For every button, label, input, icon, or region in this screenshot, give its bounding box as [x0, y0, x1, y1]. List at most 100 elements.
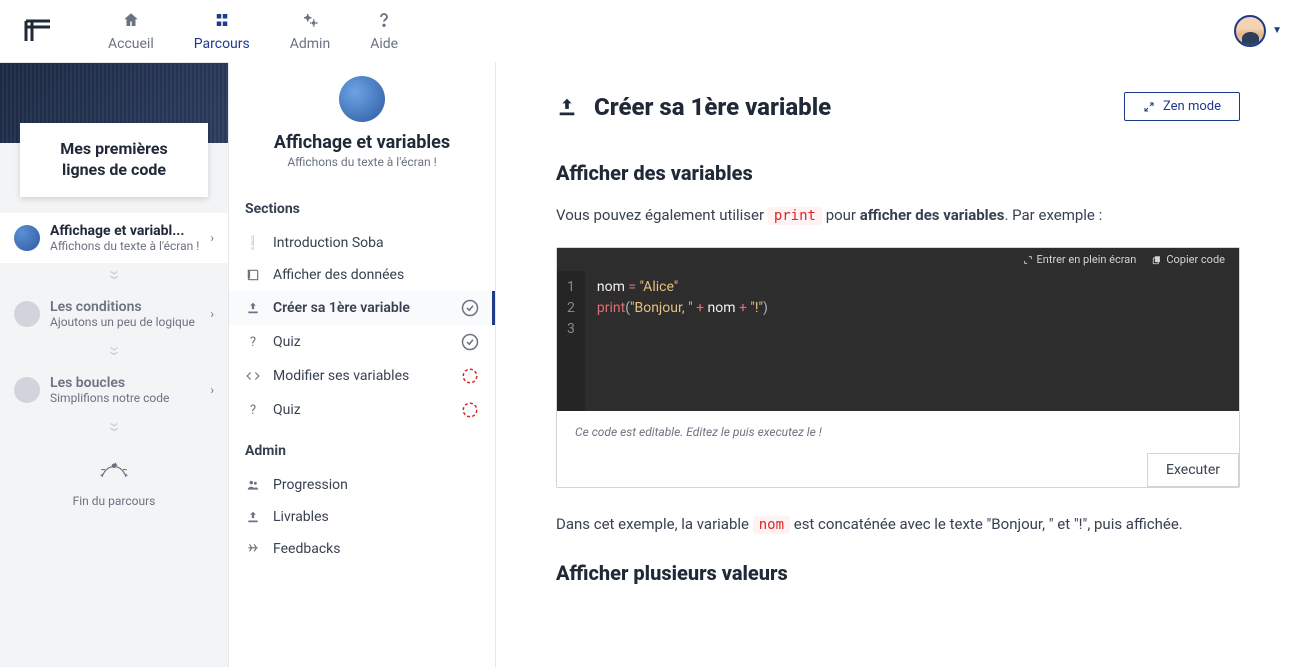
question-icon: ? — [245, 402, 261, 418]
section-item-modifier-variables[interactable]: Modifier ses variables — [229, 359, 495, 393]
book-icon — [245, 267, 261, 283]
chapter-icon — [14, 301, 40, 327]
code-editor: Entrer en plein écran Copier code 1 2 3 … — [556, 247, 1240, 488]
expand-toggle[interactable] — [0, 263, 228, 289]
section-heading: Afficher plusieurs valeurs — [556, 561, 1240, 585]
nav-home-label: Accueil — [108, 36, 154, 52]
chapters-sidebar: Mes premières lignes de code Affichage e… — [0, 62, 228, 667]
chapter-item-conditions[interactable]: Les conditions Ajoutons un peu de logiqu… — [0, 289, 228, 339]
admin-item-livrables[interactable]: Livrables — [229, 501, 495, 533]
inline-code: nom — [753, 516, 790, 534]
courses-icon — [212, 10, 232, 30]
copy-icon — [1152, 255, 1162, 265]
check-circle-icon — [461, 299, 479, 317]
nav-help[interactable]: Aide — [370, 10, 398, 52]
section-item-afficher-donnees[interactable]: Afficher des données — [229, 259, 495, 291]
expand-toggle[interactable] — [0, 415, 228, 441]
nav-courses[interactable]: Parcours — [194, 10, 250, 52]
user-avatar — [1234, 15, 1266, 47]
top-nav: Accueil Parcours Admin Aide ▼ — [0, 0, 1300, 62]
question-icon: ? — [245, 334, 261, 350]
code-hint: Ce code est editable. Editez le puis exe… — [557, 411, 1239, 453]
section-label: Afficher des données — [273, 267, 479, 283]
info-icon: ❕ — [245, 235, 261, 251]
course-title-card: Mes premières lignes de code — [20, 123, 208, 197]
chapter-subtitle: Affichons du texte à l'écran ! — [50, 239, 200, 253]
section-item-intro[interactable]: ❕ Introduction Soba — [229, 227, 495, 259]
chapter-title: Les conditions — [50, 299, 200, 315]
chapter-item-affichage[interactable]: Affichage et variabl... Affichons du tex… — [0, 213, 228, 263]
code-icon — [245, 368, 261, 384]
nav-admin[interactable]: Admin — [290, 10, 330, 52]
feedback-icon — [245, 541, 261, 557]
logo[interactable] — [18, 11, 58, 51]
expand-icon — [1023, 255, 1033, 265]
page-title: Créer sa 1ère variable — [556, 93, 831, 121]
paragraph: Dans cet exemple, la variable nom est co… — [556, 512, 1240, 536]
chapter-detail-title: Affichage et variables — [245, 132, 479, 153]
chevron-down-icon: ▼ — [1272, 25, 1282, 36]
admin-label: Feedbacks — [273, 541, 479, 557]
section-label: Modifier ses variables — [273, 368, 449, 384]
upload-icon — [245, 509, 261, 525]
pending-circle-icon — [461, 367, 479, 385]
gears-icon — [300, 10, 320, 30]
section-heading: Afficher des variables — [556, 161, 1240, 185]
chevron-right-icon: › — [210, 307, 214, 321]
chapter-subtitle: Simplifions notre code — [50, 391, 200, 405]
section-item-quiz-1[interactable]: ? Quiz — [229, 325, 495, 359]
check-circle-icon — [461, 333, 479, 351]
section-item-quiz-2[interactable]: ? Quiz — [229, 393, 495, 427]
end-of-course-label: Fin du parcours — [18, 494, 210, 508]
chevron-right-icon: › — [210, 383, 214, 397]
inline-code: print — [768, 207, 822, 225]
fullscreen-button[interactable]: Entrer en plein écran — [1023, 253, 1137, 266]
copy-code-button[interactable]: Copier code — [1152, 253, 1225, 266]
nav-admin-label: Admin — [290, 36, 330, 52]
expand-icon — [1143, 101, 1155, 113]
laurel-icon — [96, 459, 132, 483]
zen-mode-label: Zen mode — [1163, 99, 1221, 114]
paragraph: Vous pouvez également utiliser print pou… — [556, 203, 1240, 227]
nav-courses-label: Parcours — [194, 36, 250, 52]
chapter-title: Affichage et variabl... — [50, 223, 200, 239]
admin-item-progression[interactable]: Progression — [229, 469, 495, 501]
zen-mode-button[interactable]: Zen mode — [1124, 92, 1240, 121]
upload-icon — [556, 96, 578, 118]
execute-button[interactable]: Executer — [1147, 453, 1239, 487]
page-title-text: Créer sa 1ère variable — [594, 93, 831, 121]
chapter-subtitle: Ajoutons un peu de logique — [50, 315, 200, 329]
line-gutter: 1 2 3 — [557, 271, 585, 411]
admin-heading: Admin — [229, 427, 495, 469]
nav-help-label: Aide — [370, 36, 398, 52]
upload-icon — [245, 300, 261, 316]
section-label: Introduction Soba — [273, 235, 479, 251]
section-label: Quiz — [273, 334, 449, 350]
section-item-creer-variable[interactable]: Créer sa 1ère variable — [229, 291, 495, 325]
expand-toggle[interactable] — [0, 339, 228, 365]
admin-label: Progression — [273, 477, 479, 493]
user-menu[interactable]: ▼ — [1234, 15, 1282, 47]
chapter-item-boucles[interactable]: Les boucles Simplifions notre code › — [0, 365, 228, 415]
code-body[interactable]: 1 2 3 nom = "Alice" print("Bonjour, " + … — [557, 271, 1239, 411]
chapter-icon — [14, 377, 40, 403]
code-lines[interactable]: nom = "Alice" print("Bonjour, " + nom + … — [585, 271, 780, 411]
admin-item-feedbacks[interactable]: Feedbacks — [229, 533, 495, 565]
home-icon — [121, 10, 141, 30]
admin-label: Livrables — [273, 509, 479, 525]
people-icon — [245, 477, 261, 493]
chevron-right-icon: › — [210, 231, 214, 245]
section-label: Quiz — [273, 402, 449, 418]
end-of-course: Fin du parcours — [0, 441, 228, 526]
question-icon — [374, 10, 394, 30]
content-area: Créer sa 1ère variable Zen mode Afficher… — [496, 62, 1300, 667]
nav-home[interactable]: Accueil — [108, 10, 154, 52]
chapter-detail-subtitle: Affichons du texte à l'écran ! — [245, 155, 479, 169]
sections-heading: Sections — [229, 185, 495, 227]
chapter-icon — [14, 225, 40, 251]
chapter-title: Les boucles — [50, 375, 200, 391]
sections-sidebar: Affichage et variables Affichons du text… — [228, 62, 496, 667]
chapter-avatar — [339, 76, 385, 122]
section-label: Créer sa 1ère variable — [273, 300, 449, 316]
pending-circle-icon — [461, 401, 479, 419]
